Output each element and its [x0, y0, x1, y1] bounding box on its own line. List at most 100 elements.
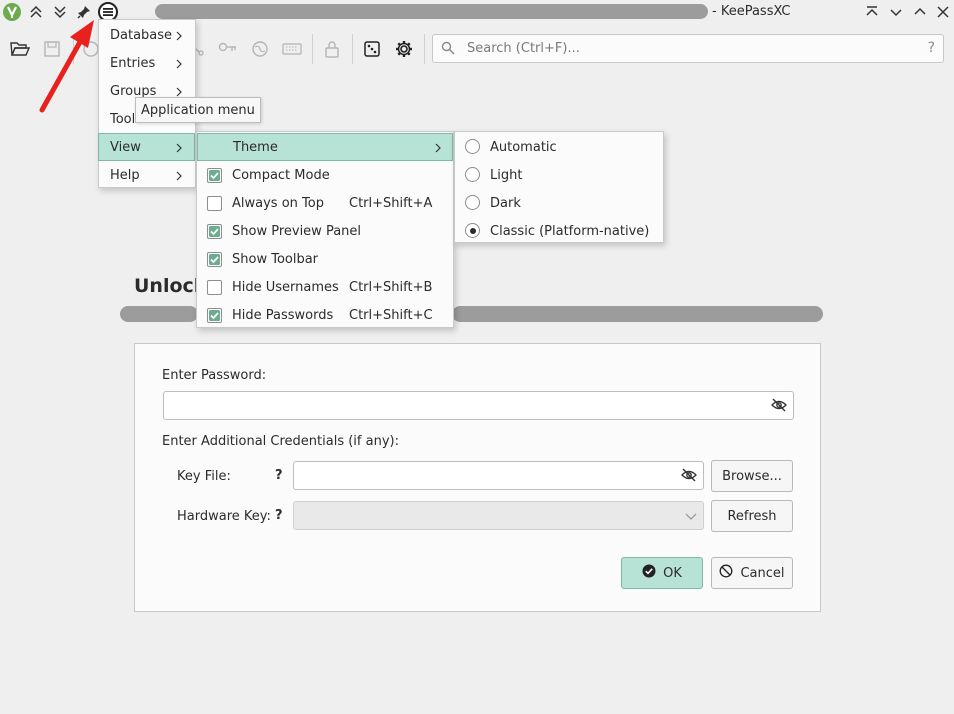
- checkbox-unchecked-icon: [207, 280, 222, 295]
- menu-item-theme-automatic[interactable]: Automatic: [455, 133, 663, 161]
- menu-item-label: Show Preview Panel: [232, 223, 362, 239]
- radio-unselected-icon: [465, 167, 480, 182]
- unlock-form: Enter Password: Enter Additional Credent…: [134, 343, 821, 612]
- menu-item-label: Hide Usernames: [232, 279, 339, 295]
- password-label: Enter Password:: [162, 368, 267, 383]
- theme-submenu: Automatic Light Dark Classic (Platform-n…: [454, 131, 664, 243]
- minimize-icon[interactable]: [886, 2, 906, 22]
- menu-item-label: Entries: [110, 55, 156, 71]
- view-submenu: Theme Compact Mode Always on Top Ctrl+Sh…: [196, 131, 454, 328]
- menu-item-view[interactable]: View: [98, 133, 195, 161]
- menu-item-label: Show Toolbar: [232, 251, 319, 267]
- menu-item-label: View: [110, 139, 141, 155]
- open-url-icon[interactable]: [249, 38, 271, 60]
- menu-item-label: Classic (Platform-native): [490, 223, 650, 239]
- menu-item-database[interactable]: Database: [99, 21, 195, 49]
- search-help-icon[interactable]: ?: [928, 40, 935, 56]
- toggle-password-visibility-icon[interactable]: [771, 398, 787, 416]
- menu-item-show-preview-panel[interactable]: Show Preview Panel: [197, 217, 453, 245]
- toolbar-separator: [424, 34, 425, 64]
- cancel-button[interactable]: Cancel: [711, 557, 793, 589]
- checkbox-checked-icon: [207, 308, 222, 323]
- redacted-text: [452, 306, 823, 322]
- search-icon: [441, 41, 455, 59]
- copy-password-icon[interactable]: [217, 38, 239, 60]
- menu-item-theme-dark[interactable]: Dark: [455, 189, 663, 217]
- menu-item-label: Tool: [110, 111, 136, 127]
- menu-item-shortcut: Ctrl+Shift+B: [349, 279, 433, 295]
- title-redacted: [155, 4, 708, 19]
- keep-above-icon[interactable]: [26, 2, 46, 22]
- radio-unselected-icon: [465, 195, 480, 210]
- maximize-icon[interactable]: [910, 2, 930, 22]
- search-box[interactable]: ?: [432, 34, 944, 63]
- pointer-arrow-icon: [39, 20, 94, 113]
- settings-gear-icon[interactable]: [393, 38, 415, 60]
- application-menu-tooltip: Application menu: [135, 97, 261, 123]
- menu-item-label: Always on Top: [232, 195, 324, 211]
- ok-label: OK: [663, 565, 682, 581]
- checkbox-checked-icon: [207, 224, 222, 239]
- menu-item-shortcut: Ctrl+Shift+A: [349, 195, 433, 211]
- ok-check-icon: [642, 564, 656, 582]
- hardware-key-select[interactable]: [293, 501, 704, 530]
- menu-item-theme[interactable]: Theme: [197, 133, 453, 161]
- chevron-right-icon: [176, 58, 182, 73]
- chevron-right-icon: [435, 142, 441, 157]
- window-title: - KeePassXC: [712, 4, 791, 19]
- menu-item-hide-usernames[interactable]: Hide Usernames Ctrl+Shift+B: [197, 273, 453, 301]
- password-generator-dice-icon[interactable]: [361, 38, 383, 60]
- hardware-key-label: Hardware Key:: [177, 509, 271, 524]
- checkbox-checked-icon: [207, 168, 222, 183]
- chevron-right-icon: [176, 30, 182, 45]
- key-file-help-icon[interactable]: ?: [275, 468, 283, 483]
- checkbox-unchecked-icon: [207, 196, 222, 211]
- cancel-icon: [719, 564, 733, 582]
- open-database-icon[interactable]: [9, 38, 31, 60]
- menu-item-theme-light[interactable]: Light: [455, 161, 663, 189]
- pin-icon[interactable]: [74, 2, 94, 22]
- chevron-right-icon: [176, 142, 182, 157]
- lock-database-icon[interactable]: [321, 38, 343, 60]
- close-icon[interactable]: [933, 2, 953, 22]
- toolbar-separator: [312, 34, 313, 64]
- chevron-right-icon: [176, 170, 182, 185]
- keep-below-icon[interactable]: [50, 2, 70, 22]
- hardware-key-help-icon[interactable]: ?: [275, 508, 283, 523]
- menu-item-show-toolbar[interactable]: Show Toolbar: [197, 245, 453, 273]
- radio-unselected-icon: [465, 139, 480, 154]
- password-input[interactable]: [163, 391, 794, 420]
- autotype-keyboard-icon[interactable]: [281, 38, 303, 60]
- menu-item-label: Dark: [490, 195, 521, 211]
- refresh-button[interactable]: Refresh: [711, 500, 793, 532]
- menu-item-hide-passwords[interactable]: Hide Passwords Ctrl+Shift+C: [197, 301, 453, 329]
- menu-item-label: Database: [110, 27, 173, 43]
- menu-item-entries[interactable]: Entries: [99, 49, 195, 77]
- toggle-key-file-visibility-icon[interactable]: [681, 468, 697, 486]
- checkbox-checked-icon: [207, 252, 222, 267]
- redacted-text: [120, 306, 198, 322]
- menu-item-label: Theme: [233, 139, 278, 155]
- key-file-input[interactable]: [293, 461, 704, 490]
- chevron-down-icon: [685, 510, 697, 525]
- toolbar-separator: [352, 34, 353, 64]
- menu-item-help[interactable]: Help: [99, 161, 195, 189]
- menu-item-label: Light: [490, 167, 523, 183]
- browse-button[interactable]: Browse...: [711, 460, 793, 492]
- menu-item-theme-classic[interactable]: Classic (Platform-native): [455, 217, 663, 245]
- menu-item-label: Compact Mode: [232, 167, 330, 183]
- shade-icon[interactable]: [862, 2, 882, 22]
- menu-item-label: Help: [110, 167, 140, 183]
- menu-item-label: Hide Passwords: [232, 307, 334, 323]
- ok-button[interactable]: OK: [621, 557, 703, 589]
- additional-credentials-label: Enter Additional Credentials (if any):: [162, 434, 399, 449]
- search-input[interactable]: [467, 41, 907, 56]
- cancel-label: Cancel: [740, 565, 785, 581]
- menu-item-shortcut: Ctrl+Shift+C: [349, 307, 433, 323]
- menu-item-compact-mode[interactable]: Compact Mode: [197, 161, 453, 189]
- menu-item-label: Automatic: [490, 139, 557, 155]
- menu-item-always-on-top[interactable]: Always on Top Ctrl+Shift+A: [197, 189, 453, 217]
- radio-selected-icon: [465, 223, 480, 238]
- keepassxc-logo-icon: [2, 2, 22, 22]
- key-file-label: Key File:: [177, 469, 231, 484]
